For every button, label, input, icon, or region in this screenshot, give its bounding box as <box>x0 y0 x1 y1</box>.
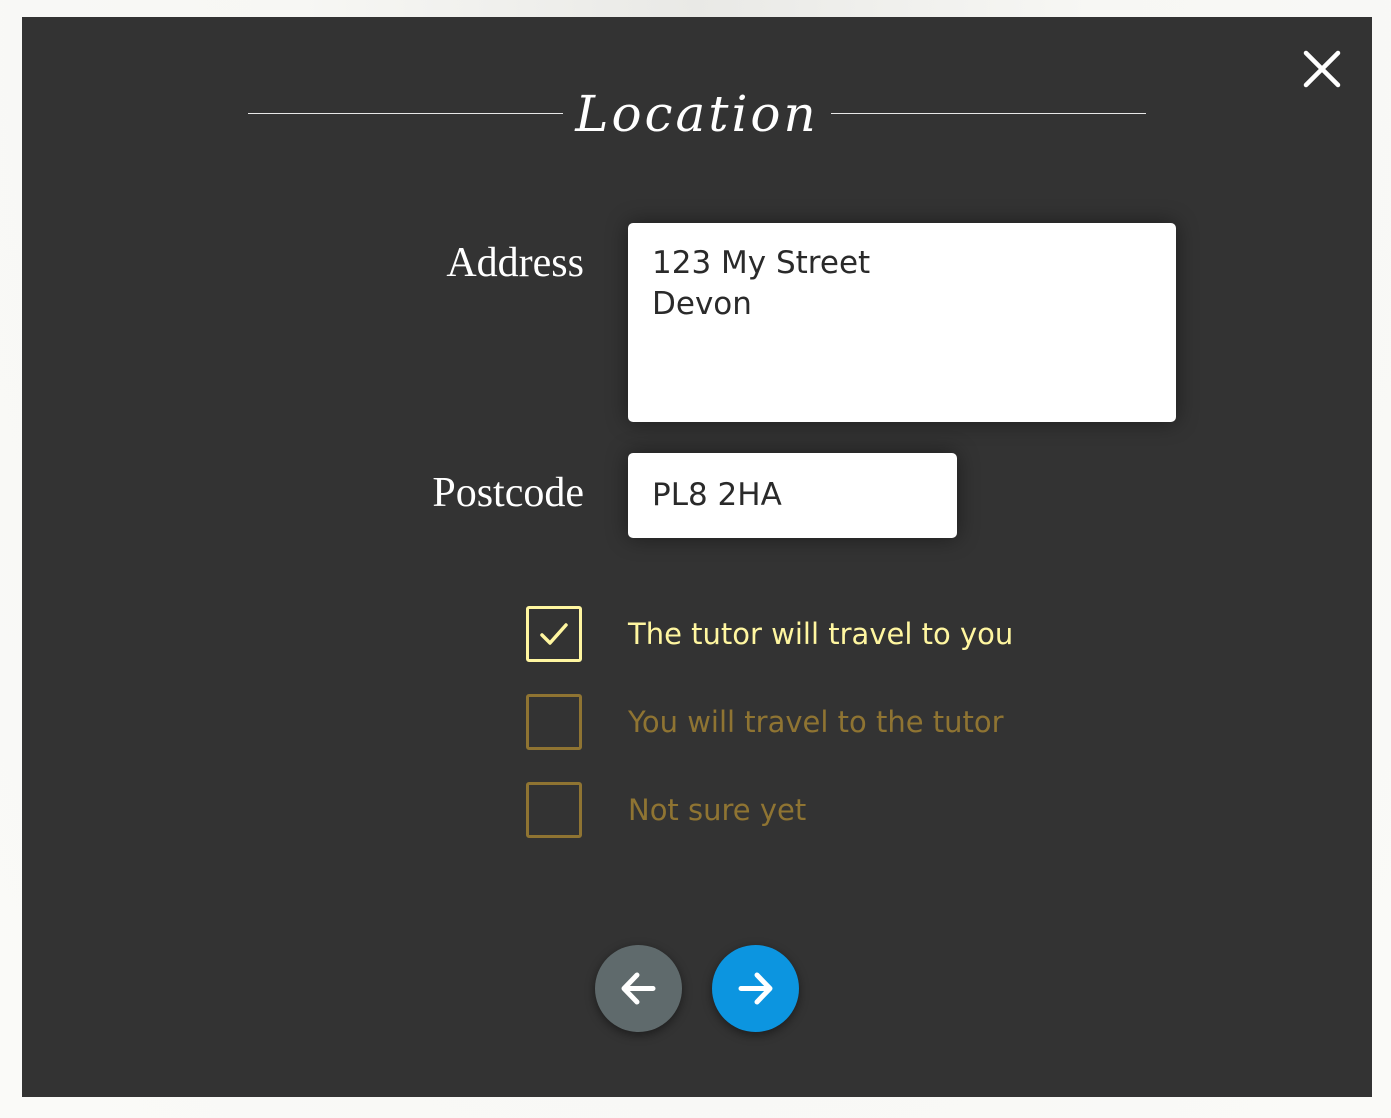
checkmark-icon <box>540 623 568 645</box>
address-line: 123 My Street <box>652 245 871 281</box>
title-divider-right <box>831 113 1146 114</box>
travel-option-not-sure[interactable]: Not sure yet <box>526 782 1046 838</box>
option-label: The tutor will travel to you <box>628 617 1014 651</box>
travel-option-you-travel[interactable]: You will travel to the tutor <box>526 694 1046 750</box>
address-line: Devon <box>652 286 752 322</box>
checkbox-unchecked[interactable] <box>526 782 582 838</box>
close-icon <box>1303 50 1341 88</box>
checkbox-unchecked[interactable] <box>526 694 582 750</box>
postcode-input[interactable]: PL8 2HA <box>628 453 957 538</box>
arrow-left-icon <box>621 972 656 1005</box>
travel-option-tutor-travels[interactable]: The tutor will travel to you <box>526 606 1046 662</box>
close-button[interactable] <box>1302 49 1342 89</box>
address-textarea[interactable]: 123 My Street Devon <box>628 223 1176 422</box>
option-label: You will travel to the tutor <box>628 705 1004 739</box>
modal-title: Location <box>575 85 819 143</box>
back-button[interactable] <box>595 945 682 1032</box>
location-modal: Location Address 123 My Street Devon Pos… <box>22 17 1372 1097</box>
option-label: Not sure yet <box>628 793 807 827</box>
next-button[interactable] <box>712 945 799 1032</box>
checkbox-checked[interactable] <box>526 606 582 662</box>
modal-header: Location <box>248 79 1146 149</box>
title-divider-left <box>248 113 563 114</box>
address-label: Address <box>446 240 584 286</box>
arrow-right-icon <box>738 972 773 1005</box>
postcode-label: Postcode <box>432 470 584 516</box>
